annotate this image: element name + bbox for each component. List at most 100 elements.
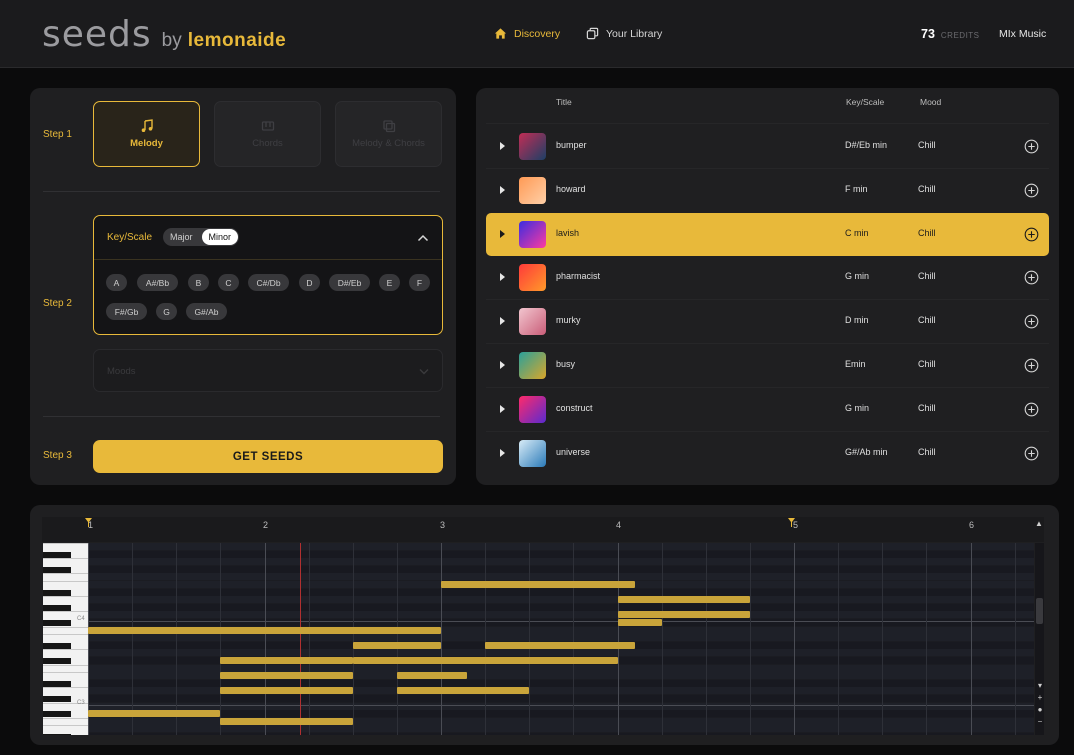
midi-note[interactable]	[220, 687, 353, 695]
add-circle-icon[interactable]	[1024, 139, 1039, 154]
piano-black-key[interactable]	[43, 620, 71, 626]
grid-beat-line	[794, 543, 795, 735]
scale-option-major[interactable]: Major	[163, 229, 200, 245]
note-grid[interactable]	[88, 543, 1034, 735]
key-pill[interactable]: E	[379, 274, 400, 291]
keyscale-header[interactable]: Key/Scale Major Minor	[94, 216, 442, 260]
piano-keyboard[interactable]: C4 C3	[43, 543, 88, 735]
midi-note[interactable]	[617, 619, 662, 626]
zoom-out-icon[interactable]: −	[1036, 717, 1044, 726]
piano-black-key[interactable]	[43, 658, 71, 664]
add-circle-icon[interactable]	[1024, 314, 1039, 329]
logo-by-text: by	[161, 30, 182, 51]
zoom-in-icon[interactable]: +	[1036, 693, 1044, 702]
piano-black-key[interactable]	[43, 696, 71, 702]
result-row[interactable]: howard F min Chill	[486, 169, 1049, 212]
add-circle-icon[interactable]	[1024, 183, 1039, 198]
track-key: C min	[845, 227, 869, 238]
track-artwork	[519, 176, 546, 204]
scroll-down-arrow-icon[interactable]: ▾	[1036, 681, 1044, 690]
key-pill[interactable]: G	[156, 303, 177, 320]
piano-icon	[261, 121, 274, 131]
key-pill[interactable]: B	[188, 274, 209, 291]
key-pill[interactable]: D#/Eb	[329, 274, 370, 291]
midi-note[interactable]	[396, 672, 468, 680]
play-icon[interactable]	[500, 361, 505, 369]
midi-note[interactable]	[220, 717, 353, 725]
midi-note[interactable]	[88, 710, 221, 718]
midi-note[interactable]	[617, 611, 750, 619]
midi-note[interactable]	[220, 657, 353, 664]
play-icon[interactable]	[500, 273, 505, 282]
zoom-level-dot-icon[interactable]: ●	[1036, 705, 1044, 714]
result-row[interactable]: construct G min Chill	[486, 388, 1049, 431]
piano-black-key[interactable]	[43, 680, 71, 687]
add-circle-icon[interactable]	[1024, 270, 1039, 285]
track-title: howard	[556, 183, 586, 194]
result-row[interactable]: busy Emin Chill	[486, 344, 1049, 387]
key-pill[interactable]: A#/Bb	[137, 274, 178, 291]
timeline-ruler[interactable]: 1 2 3 4 5 6 ▲	[42, 517, 1044, 542]
piano-black-key[interactable]	[43, 566, 71, 573]
result-row[interactable]: pharmacist G min Chill	[486, 256, 1049, 299]
track-key: Emin	[845, 359, 866, 369]
play-icon[interactable]	[500, 317, 505, 326]
play-icon[interactable]	[500, 229, 505, 238]
add-circle-icon[interactable]	[1024, 402, 1039, 417]
key-pill[interactable]: D	[299, 274, 320, 291]
scroll-up-arrow-icon[interactable]: ▲	[1035, 519, 1043, 528]
piano-black-key[interactable]	[43, 711, 71, 718]
user-menu[interactable]: MIx Music	[999, 28, 1046, 40]
get-seeds-button[interactable]: GET SEEDS	[93, 440, 443, 473]
key-pill[interactable]: A	[106, 274, 127, 291]
mode-card-chords[interactable]: Chords	[214, 101, 321, 167]
midi-note[interactable]	[352, 641, 441, 649]
piano-black-key[interactable]	[43, 589, 71, 596]
midi-note[interactable]	[220, 672, 353, 680]
mode-card-melody[interactable]: Melody	[93, 101, 200, 167]
piano-black-key[interactable]	[43, 734, 71, 735]
mode-card-melody-chords[interactable]: Melody & Chords	[335, 101, 442, 167]
midi-note[interactable]	[88, 626, 397, 634]
add-circle-icon[interactable]	[1024, 227, 1039, 242]
play-icon[interactable]	[500, 142, 505, 150]
piano-black-key[interactable]	[43, 604, 71, 611]
app-logo[interactable]: seeds by lemonaide	[42, 14, 286, 55]
chevron-up-icon[interactable]	[416, 231, 430, 245]
piano-black-key[interactable]	[43, 551, 71, 558]
midi-note[interactable]	[352, 657, 618, 664]
piano-black-key[interactable]	[43, 642, 71, 649]
result-row[interactable]: universe G#/Ab min Chill	[486, 432, 1049, 475]
nav-discovery[interactable]: Discovery	[494, 27, 560, 40]
midi-note[interactable]	[485, 641, 636, 649]
midi-note[interactable]	[441, 581, 636, 588]
result-row[interactable]: lavish C min Chill	[486, 212, 1049, 256]
key-pill[interactable]: C	[218, 274, 239, 291]
scale-option-minor[interactable]: Minor	[201, 229, 239, 245]
play-icon[interactable]	[500, 404, 505, 413]
track-mood: Chill	[918, 359, 936, 369]
key-pill[interactable]: F#/Gb	[106, 303, 147, 320]
moods-dropdown[interactable]: Moods	[93, 349, 443, 392]
result-row[interactable]: murky D min Chill	[486, 300, 1049, 343]
track-artwork	[519, 308, 546, 336]
key-pill[interactable]: G#/Ab	[186, 303, 227, 320]
midi-note[interactable]	[617, 596, 750, 604]
track-title: busy	[556, 359, 576, 369]
key-pill[interactable]: C#/Db	[248, 274, 289, 291]
play-icon[interactable]	[500, 448, 505, 457]
scrollbar-thumb[interactable]	[1036, 598, 1043, 624]
result-row[interactable]: bumper D#/Eb min Chill	[486, 125, 1049, 168]
grid-beat-line	[926, 543, 928, 735]
key-pill[interactable]: F	[409, 274, 430, 291]
midi-note[interactable]	[352, 626, 441, 634]
nav-your-library[interactable]: Your Library	[586, 27, 662, 40]
playhead-line[interactable]	[299, 543, 301, 735]
midi-note[interactable]	[396, 687, 530, 695]
bar-number: 2	[263, 520, 269, 530]
add-circle-icon[interactable]	[1024, 358, 1039, 373]
grid-beat-line	[838, 543, 840, 735]
add-circle-icon[interactable]	[1024, 446, 1039, 461]
piano-white-key-edge	[43, 543, 88, 544]
play-icon[interactable]	[500, 185, 505, 194]
